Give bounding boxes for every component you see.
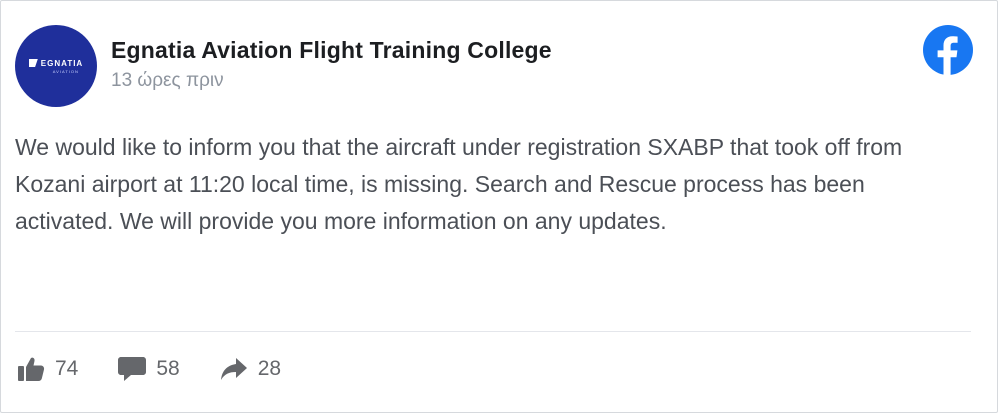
avatar-logo: EGNATIA AVIATION <box>28 58 84 74</box>
timestamp-link[interactable]: 13 ώρες πριν <box>111 70 552 92</box>
like-count: 74 <box>55 357 79 380</box>
avatar[interactable]: EGNATIA AVIATION <box>15 25 97 107</box>
post-header: EGNATIA AVIATION Egnatia Aviation Flight… <box>15 25 552 107</box>
logo-row: EGNATIA <box>28 58 84 68</box>
logo-text: EGNATIA <box>40 58 84 68</box>
facebook-icon[interactable] <box>923 25 973 75</box>
comment-count: 58 <box>156 357 180 380</box>
share-button[interactable]: 28 <box>220 356 281 382</box>
comment-button[interactable]: 58 <box>118 356 180 382</box>
speech-bubble-icon <box>118 357 147 381</box>
post-card: EGNATIA AVIATION Egnatia Aviation Flight… <box>0 0 998 413</box>
action-bar: 74 58 28 <box>17 356 321 382</box>
logo-mark-icon <box>28 59 38 67</box>
share-arrow-icon <box>220 358 247 380</box>
post-meta: Egnatia Aviation Flight Training College… <box>111 37 552 92</box>
post-text: We would like to inform you that the air… <box>15 134 903 234</box>
like-button[interactable]: 74 <box>17 356 78 382</box>
divider <box>15 331 971 332</box>
logo-subtext: AVIATION <box>52 68 79 74</box>
share-count: 28 <box>257 357 282 380</box>
page-name-link[interactable]: Egnatia Aviation Flight Training College <box>111 37 552 64</box>
thumbs-up-icon <box>18 357 45 381</box>
